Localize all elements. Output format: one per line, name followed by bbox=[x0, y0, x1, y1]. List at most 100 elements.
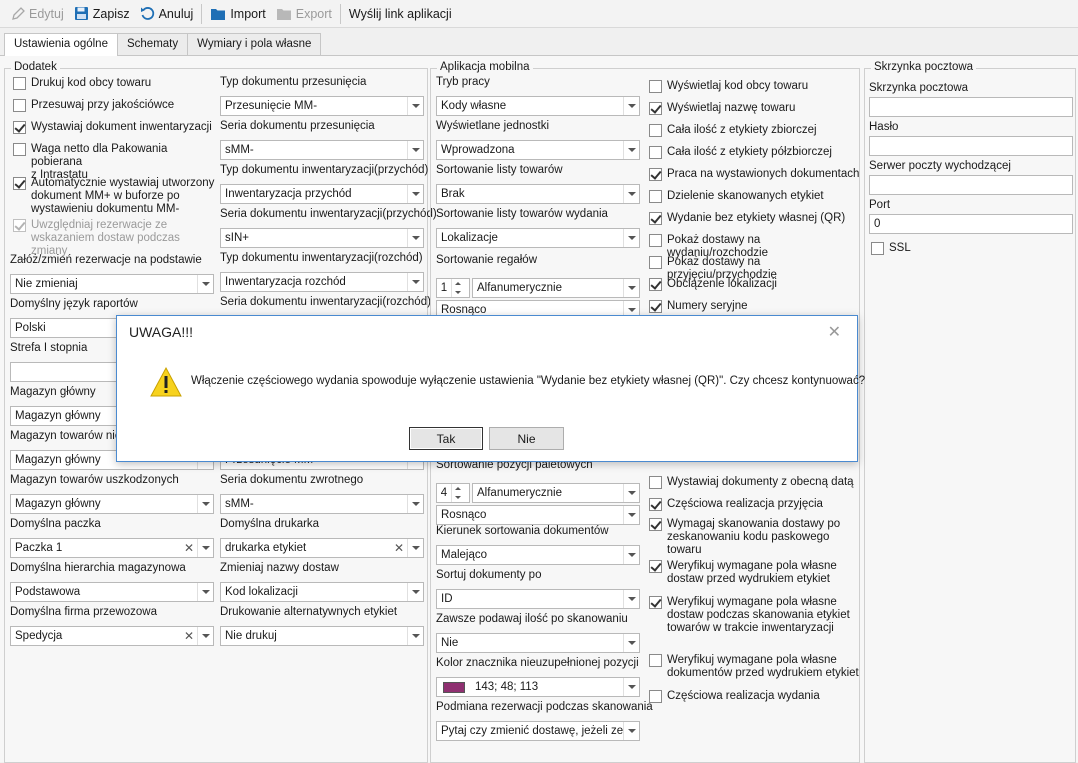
chevron-down-icon[interactable] bbox=[623, 97, 639, 115]
no-button[interactable]: Nie bbox=[489, 427, 564, 450]
tab-schemes[interactable]: Schematy bbox=[116, 33, 189, 55]
checkbox-box[interactable] bbox=[649, 234, 662, 247]
clear-icon[interactable]: ✕ bbox=[391, 541, 407, 555]
chevron-down-icon[interactable] bbox=[623, 185, 639, 203]
chevron-down-icon[interactable] bbox=[623, 484, 639, 502]
chevron-down-icon[interactable] bbox=[197, 627, 213, 645]
mobile-checkbox[interactable]: Praca na wystawionych dokumentach bbox=[649, 168, 861, 181]
chevron-down-icon[interactable] bbox=[197, 539, 213, 557]
close-icon[interactable]: ✕ bbox=[828, 322, 841, 342]
transfer-doc-type-combo[interactable]: Przesunięcie MM- bbox=[220, 96, 424, 116]
chevron-down-icon[interactable] bbox=[623, 678, 639, 696]
checkbox-box[interactable] bbox=[649, 190, 662, 203]
chevron-down-icon[interactable] bbox=[452, 493, 464, 502]
cancel-button[interactable]: Anuluj bbox=[135, 2, 199, 26]
default-printer-combo[interactable]: drukarka etykiet ✕ bbox=[220, 538, 424, 558]
checkbox-box[interactable] bbox=[13, 99, 26, 112]
inventory-income-type-combo[interactable]: Inwentaryzacja przychód bbox=[220, 184, 424, 204]
mobile-checkbox[interactable]: Weryfikuj wymagane pola własne dostaw po… bbox=[649, 596, 861, 635]
mobile-checkbox[interactable]: Częściowa realizacja przyjęcia bbox=[649, 498, 861, 511]
chevron-down-icon[interactable] bbox=[407, 495, 423, 513]
mobile-field-combo[interactable]: ID bbox=[436, 589, 640, 609]
checkbox-box[interactable] bbox=[13, 219, 26, 232]
clear-icon[interactable]: ✕ bbox=[181, 541, 197, 555]
mobile-checkbox[interactable]: Wymagaj skanowania dostawy po zeskanowan… bbox=[649, 518, 861, 557]
checkbox-box[interactable] bbox=[871, 242, 884, 255]
mobile-checkbox[interactable]: Częściowa realizacja wydania bbox=[649, 690, 861, 703]
mobile-checkbox[interactable]: Wydanie bez etykiety własnej (QR) bbox=[649, 212, 861, 225]
chevron-down-icon[interactable] bbox=[407, 185, 423, 203]
chevron-down-icon[interactable] bbox=[623, 722, 639, 740]
addon-checkbox[interactable]: Przesuwaj przy jakościówce bbox=[13, 99, 218, 112]
regaly-mode-combo[interactable]: Alfanumerycznie bbox=[472, 278, 640, 298]
chevron-down-icon[interactable] bbox=[623, 634, 639, 652]
addon-checkbox[interactable]: Uwzględniaj rezerwacje ze wskazaniem dos… bbox=[13, 219, 218, 258]
marker-color-combo[interactable]: 143; 48; 113 bbox=[436, 677, 640, 697]
chevron-down-icon[interactable] bbox=[623, 546, 639, 564]
paletowe-order-combo[interactable]: Rosnąco bbox=[436, 505, 640, 525]
mobile-checkbox[interactable]: Dzielenie skanowanych etykiet bbox=[649, 190, 861, 203]
default-carrier-combo[interactable]: Spedycja ✕ bbox=[10, 626, 214, 646]
chevron-up-icon[interactable] bbox=[452, 279, 464, 288]
chevron-down-icon[interactable] bbox=[407, 539, 423, 557]
save-button[interactable]: Zapisz bbox=[69, 2, 135, 26]
chevron-down-icon[interactable] bbox=[197, 495, 213, 513]
mailbox-field-input[interactable] bbox=[869, 136, 1073, 156]
addon-checkbox[interactable]: Wystawiaj dokument inwentaryzacji bbox=[13, 121, 218, 134]
send-app-link-button[interactable]: Wyślij link aplikacji bbox=[344, 2, 457, 26]
clear-icon[interactable]: ✕ bbox=[181, 629, 197, 643]
import-button[interactable]: Import bbox=[205, 2, 270, 26]
checkbox-box[interactable] bbox=[649, 146, 662, 159]
chevron-down-icon[interactable] bbox=[623, 506, 639, 524]
checkbox-box[interactable] bbox=[649, 300, 662, 313]
checkbox-box[interactable] bbox=[649, 80, 662, 93]
ssl-checkbox[interactable]: SSL bbox=[871, 242, 931, 255]
mobile-checkbox[interactable]: Numery seryjne bbox=[649, 300, 861, 313]
damaged-warehouse-combo[interactable]: Magazyn główny bbox=[10, 494, 214, 514]
regaly-priority-spinner[interactable]: 1 bbox=[436, 278, 470, 298]
paletowe-priority-spinner[interactable]: 4 bbox=[436, 483, 470, 503]
chevron-down-icon[interactable] bbox=[197, 275, 213, 293]
mobile-checkbox[interactable]: Weryfikuj wymagane pola własne dostaw pr… bbox=[649, 560, 861, 586]
rename-deliveries-combo[interactable]: Kod lokalizacji bbox=[220, 582, 424, 602]
paletowe-mode-combo[interactable]: Alfanumerycznie bbox=[472, 483, 640, 503]
mailbox-field-input[interactable] bbox=[869, 97, 1073, 117]
spinner-arrows[interactable] bbox=[451, 484, 464, 502]
inventory-outcome-type-combo[interactable]: Inwentaryzacja rozchód bbox=[220, 272, 424, 292]
checkbox-box[interactable] bbox=[13, 143, 26, 156]
reservation-basis-combo[interactable]: Nie zmieniaj bbox=[10, 274, 214, 294]
checkbox-box[interactable] bbox=[649, 560, 662, 573]
default-package-combo[interactable]: Paczka 1 ✕ bbox=[10, 538, 214, 558]
chevron-down-icon[interactable] bbox=[623, 279, 639, 297]
chevron-down-icon[interactable] bbox=[407, 583, 423, 601]
checkbox-box[interactable] bbox=[649, 476, 662, 489]
chevron-down-icon[interactable] bbox=[407, 229, 423, 247]
mobile-field-combo[interactable]: Kody własne bbox=[436, 96, 640, 116]
inventory-income-series-combo[interactable]: sIN+ bbox=[220, 228, 424, 248]
mailbox-field-input[interactable] bbox=[869, 175, 1073, 195]
chevron-down-icon[interactable] bbox=[407, 97, 423, 115]
checkbox-box[interactable] bbox=[13, 177, 26, 190]
chevron-down-icon[interactable] bbox=[197, 583, 213, 601]
checkbox-box[interactable] bbox=[649, 168, 662, 181]
edit-button[interactable]: Edytuj bbox=[6, 2, 69, 26]
transfer-doc-series-combo[interactable]: sMM- bbox=[220, 140, 424, 160]
addon-checkbox[interactable]: Drukuj kod obcy towaru bbox=[13, 77, 218, 90]
chevron-down-icon[interactable] bbox=[407, 627, 423, 645]
tab-dimensions-custom-fields[interactable]: Wymiary i pola własne bbox=[187, 33, 322, 55]
checkbox-box[interactable] bbox=[649, 498, 662, 511]
checkbox-box[interactable] bbox=[649, 124, 662, 137]
mobile-checkbox[interactable]: Wyświetlaj kod obcy towaru bbox=[649, 80, 861, 93]
chevron-down-icon[interactable] bbox=[623, 590, 639, 608]
chevron-down-icon[interactable] bbox=[407, 141, 423, 159]
mobile-field-combo[interactable]: Nie bbox=[436, 633, 640, 653]
default-hierarchy-combo[interactable]: Podstawowa bbox=[10, 582, 214, 602]
mobile-checkbox[interactable]: Weryfikuj wymagane pola własne dokumentó… bbox=[649, 654, 861, 680]
checkbox-box[interactable] bbox=[649, 212, 662, 225]
chevron-down-icon[interactable] bbox=[623, 141, 639, 159]
checkbox-box[interactable] bbox=[649, 596, 662, 609]
mobile-checkbox[interactable]: Cała ilość z etykiety półzbiorczej bbox=[649, 146, 861, 159]
reservation-swap-combo[interactable]: Pytaj czy zmienić dostawę, jeżeli ze... bbox=[436, 721, 640, 741]
addon-checkbox[interactable]: Automatycznie wystawiaj utworzony dokume… bbox=[13, 177, 218, 216]
return-doc-series-combo[interactable]: sMM- bbox=[220, 494, 424, 514]
